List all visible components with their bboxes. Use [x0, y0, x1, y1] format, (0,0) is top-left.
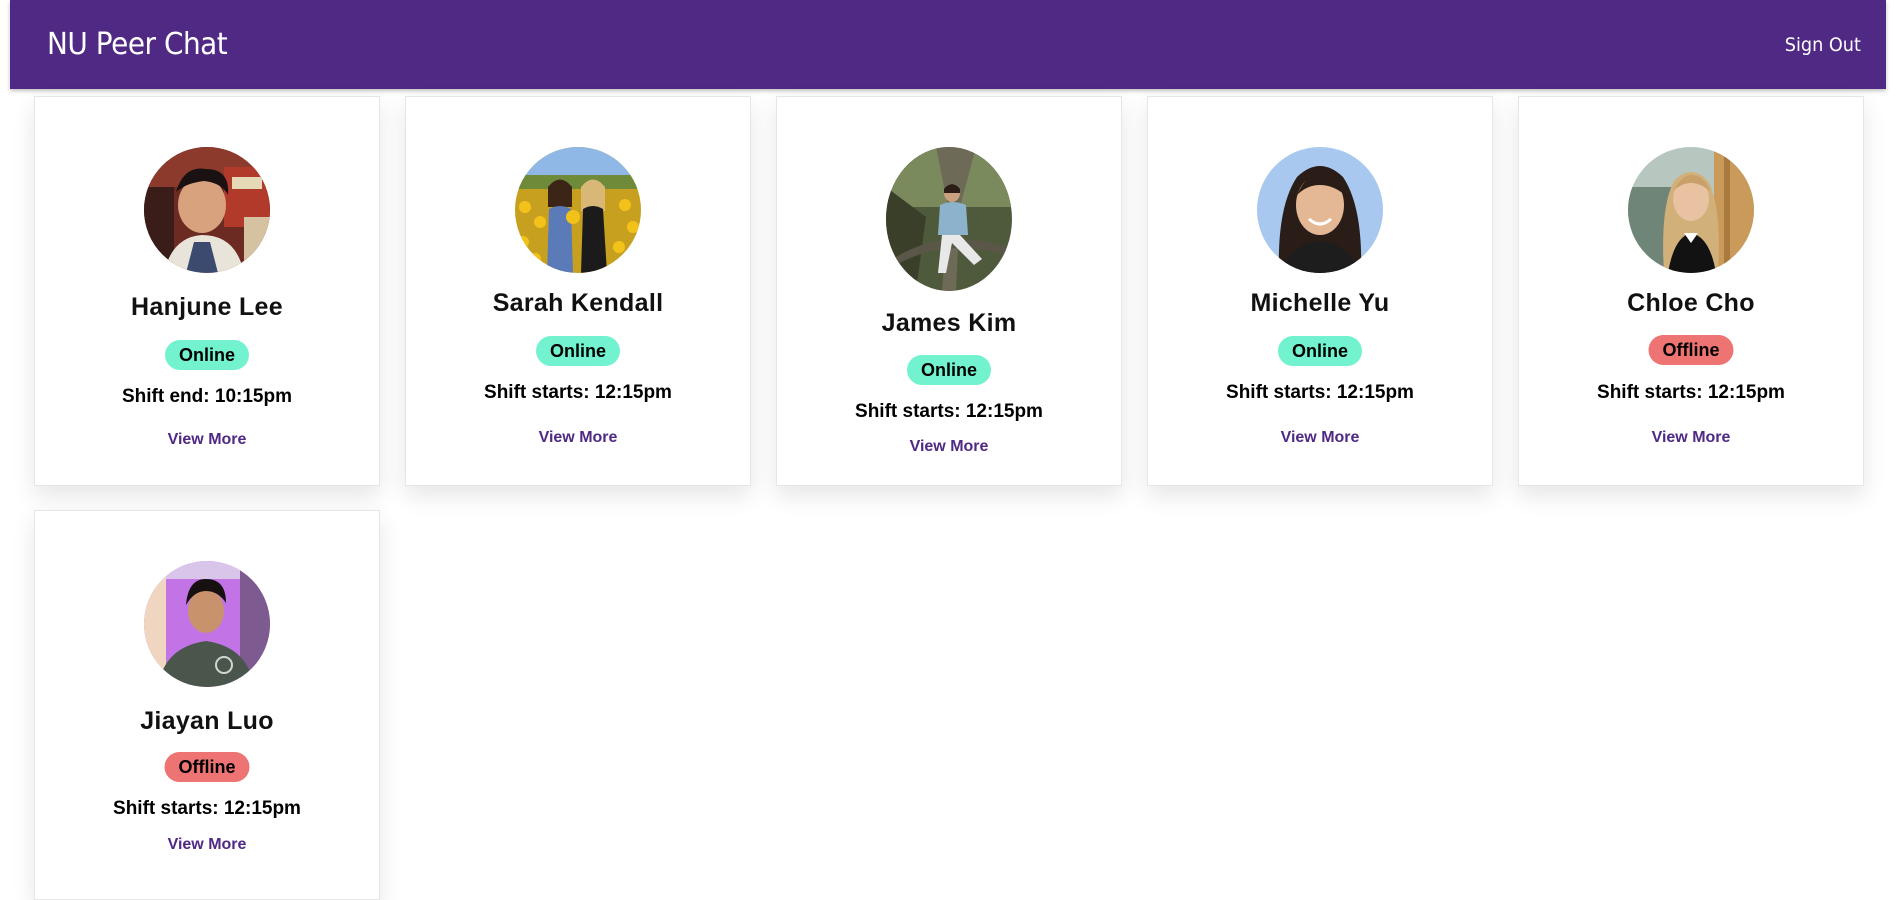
peer-name: Sarah Kendall	[492, 289, 664, 317]
view-more-link[interactable]: View More	[35, 836, 379, 854]
status-badge: Online	[535, 336, 621, 366]
avatar	[144, 561, 270, 687]
peer-name: Jiayan Luo	[140, 707, 274, 735]
view-more-link[interactable]: View More	[1148, 429, 1492, 447]
status-badge: Online	[1277, 336, 1363, 366]
peer-card: Hanjune Lee Online Shift end: 10:15pm Vi…	[34, 96, 380, 486]
shift-time: Shift end: 10:15pm	[122, 386, 292, 407]
top-navbar: NU Peer Chat Sign Out	[10, 0, 1886, 89]
peer-card: James Kim Online Shift starts: 12:15pm V…	[776, 96, 1122, 486]
app-title[interactable]: NU Peer Chat	[47, 27, 228, 62]
sign-out-link[interactable]: Sign Out	[1785, 34, 1861, 56]
view-more-link[interactable]: View More	[777, 438, 1121, 456]
avatar	[515, 147, 641, 273]
view-more-link[interactable]: View More	[406, 429, 750, 447]
peer-card: Michelle Yu Online Shift starts: 12:15pm…	[1147, 96, 1493, 486]
shift-time: Shift starts: 12:15pm	[484, 382, 672, 403]
shift-time: Shift starts: 12:15pm	[113, 798, 301, 819]
view-more-link[interactable]: View More	[1519, 429, 1863, 447]
peer-name: Hanjune Lee	[131, 293, 283, 321]
status-badge: Online	[906, 355, 992, 385]
avatar	[1257, 147, 1383, 273]
view-more-link[interactable]: View More	[35, 431, 379, 449]
shift-time: Shift starts: 12:15pm	[1597, 382, 1785, 403]
peer-card: Chloe Cho Offline Shift starts: 12:15pm …	[1518, 96, 1864, 486]
peer-card: Jiayan Luo Offline Shift starts: 12:15pm…	[34, 510, 380, 900]
status-badge: Offline	[164, 752, 250, 782]
avatar	[144, 147, 270, 273]
status-badge: Offline	[1648, 335, 1734, 365]
avatar	[1628, 147, 1754, 273]
shift-time: Shift starts: 12:15pm	[1226, 382, 1414, 403]
peer-name: James Kim	[881, 309, 1017, 337]
shift-time: Shift starts: 12:15pm	[855, 401, 1043, 422]
peer-name: Chloe Cho	[1627, 289, 1755, 317]
peer-name: Michelle Yu	[1250, 289, 1390, 317]
avatar	[886, 147, 1012, 291]
peer-card: Sarah Kendall Online Shift starts: 12:15…	[405, 96, 751, 486]
status-badge: Online	[164, 340, 250, 370]
